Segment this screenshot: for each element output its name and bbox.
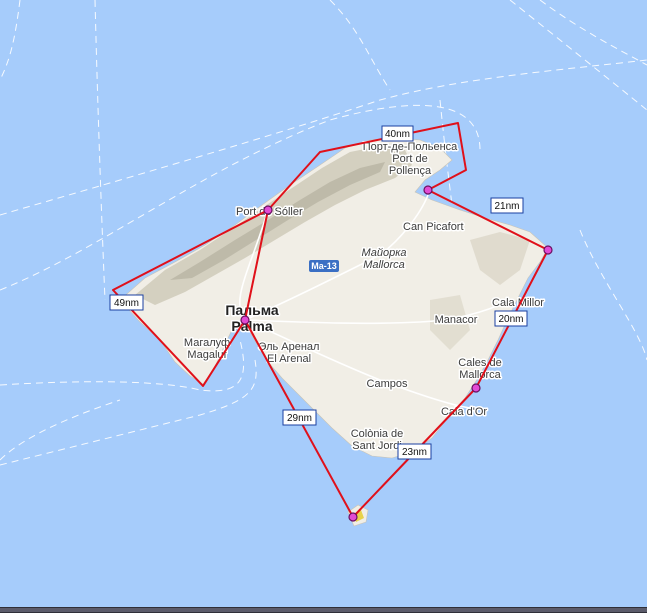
label-mallorca-ru: Майорка bbox=[361, 247, 406, 259]
label-port-pollensa-1: Port de bbox=[392, 153, 427, 165]
leg-label-2: 21nm bbox=[490, 197, 524, 214]
map-canvas[interactable]: Ma-13 Порт-де-Польенса Port de Pollença … bbox=[0, 0, 647, 613]
waypoint-cabrera[interactable] bbox=[348, 512, 358, 522]
leg-label-3: 20nm bbox=[494, 310, 528, 327]
label-magaluf-ru: Магалуф bbox=[184, 337, 230, 349]
leg-label-5: 29nm bbox=[282, 409, 317, 426]
svg-text:23nm: 23nm bbox=[402, 447, 427, 458]
label-cales-1: Cales de bbox=[458, 357, 501, 369]
label-palma-ru: Пальма bbox=[225, 302, 279, 318]
svg-text:49nm: 49nm bbox=[114, 298, 139, 309]
waypoint-port-soller[interactable] bbox=[263, 205, 273, 215]
label-port-pollensa-ru: Порт-де-Польенса bbox=[363, 141, 458, 153]
leg-label-4: 23nm bbox=[397, 443, 432, 460]
leg-label-1: 40nm bbox=[381, 125, 414, 142]
svg-text:40nm: 40nm bbox=[385, 129, 410, 140]
label-mallorca: Mallorca bbox=[363, 259, 405, 271]
waypoint-porto-colom[interactable] bbox=[471, 383, 481, 393]
label-arenal-ru: Эль Аренал bbox=[259, 341, 320, 353]
road-badge-label: Ma-13 bbox=[311, 261, 337, 271]
road-badge-ma13: Ma-13 bbox=[309, 260, 339, 272]
waypoint-pollensa[interactable] bbox=[423, 185, 433, 195]
label-port-pollensa-2: Pollença bbox=[389, 165, 432, 177]
label-campos: Campos bbox=[367, 378, 408, 390]
svg-text:21nm: 21nm bbox=[494, 201, 519, 212]
label-arenal: El Arenal bbox=[267, 353, 311, 365]
svg-text:20nm: 20nm bbox=[498, 314, 523, 325]
label-magaluf: Magaluf bbox=[187, 349, 227, 361]
waypoint-palma[interactable] bbox=[240, 315, 250, 325]
label-manacor: Manacor bbox=[435, 314, 478, 326]
label-colonia-2: Sant Jordi bbox=[352, 440, 402, 452]
horizontal-scrollbar[interactable] bbox=[0, 607, 647, 613]
svg-text:29nm: 29nm bbox=[287, 413, 312, 424]
leg-label-6: 49nm bbox=[109, 294, 144, 311]
waypoint-capdepera[interactable] bbox=[543, 245, 553, 255]
label-can-picafort: Can Picafort bbox=[403, 221, 464, 233]
label-colonia-1: Colònia de bbox=[351, 428, 404, 440]
